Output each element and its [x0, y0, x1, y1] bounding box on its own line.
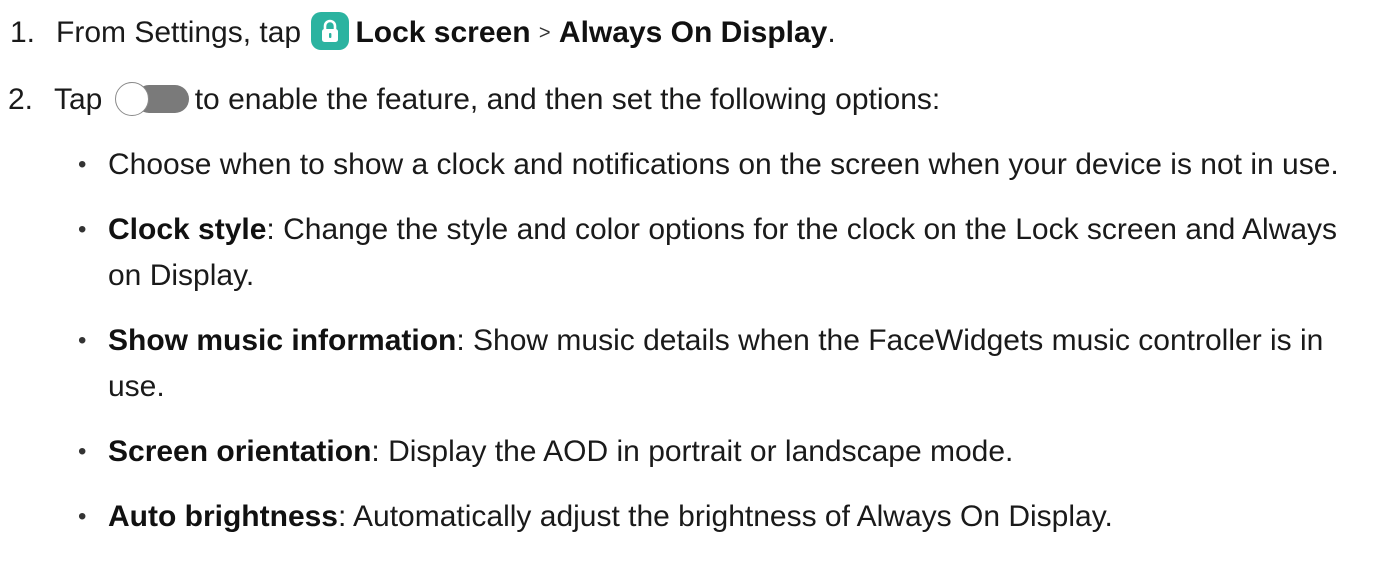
step-2: 2. Tap to enable the feature, and then se…	[8, 80, 940, 120]
step-text: From Settings, tap	[56, 16, 302, 49]
always-on-display-label: Always On Display	[558, 16, 828, 49]
step-number: 1.	[10, 16, 36, 49]
option-item: Clock style: Change the style and color …	[78, 207, 1368, 299]
step-1: 1. From Settings, tap Lock screen > Alway…	[10, 12, 836, 53]
toggle-knob	[114, 82, 149, 116]
option-item: Screen orientation: Display the AOD in p…	[78, 429, 1368, 475]
option-title: Screen orientation	[108, 435, 372, 468]
option-title: Auto brightness	[108, 500, 338, 533]
option-text: : Change the style and color options for…	[108, 213, 1338, 292]
lock-screen-label: Lock screen	[355, 16, 531, 49]
toggle-switch-icon	[114, 82, 189, 116]
option-item: Show music information: Show music detai…	[78, 318, 1368, 410]
option-text: Choose when to show a clock and notifica…	[108, 148, 1339, 181]
step-number: 2.	[8, 83, 34, 116]
option-item: Auto brightness: Automatically adjust th…	[78, 494, 1368, 540]
option-title: Show music information	[108, 324, 457, 357]
instructions-page: 1. From Settings, tap Lock screen > Alway…	[0, 0, 1384, 578]
option-title: Clock style	[108, 213, 267, 246]
step-text-after: to enable the feature, and then set the …	[194, 83, 941, 116]
breadcrumb-separator: >	[538, 22, 551, 44]
option-item: Choose when to show a clock and notifica…	[78, 142, 1368, 188]
option-text: : Display the AOD in portrait or landsca…	[371, 435, 1014, 468]
options-list: Choose when to show a clock and notifica…	[78, 142, 1368, 559]
option-text: : Automatically adjust the brightness of…	[338, 500, 1113, 533]
step-end: .	[827, 16, 836, 49]
lock-screen-icon	[311, 12, 350, 50]
step-text: Tap	[54, 83, 103, 116]
